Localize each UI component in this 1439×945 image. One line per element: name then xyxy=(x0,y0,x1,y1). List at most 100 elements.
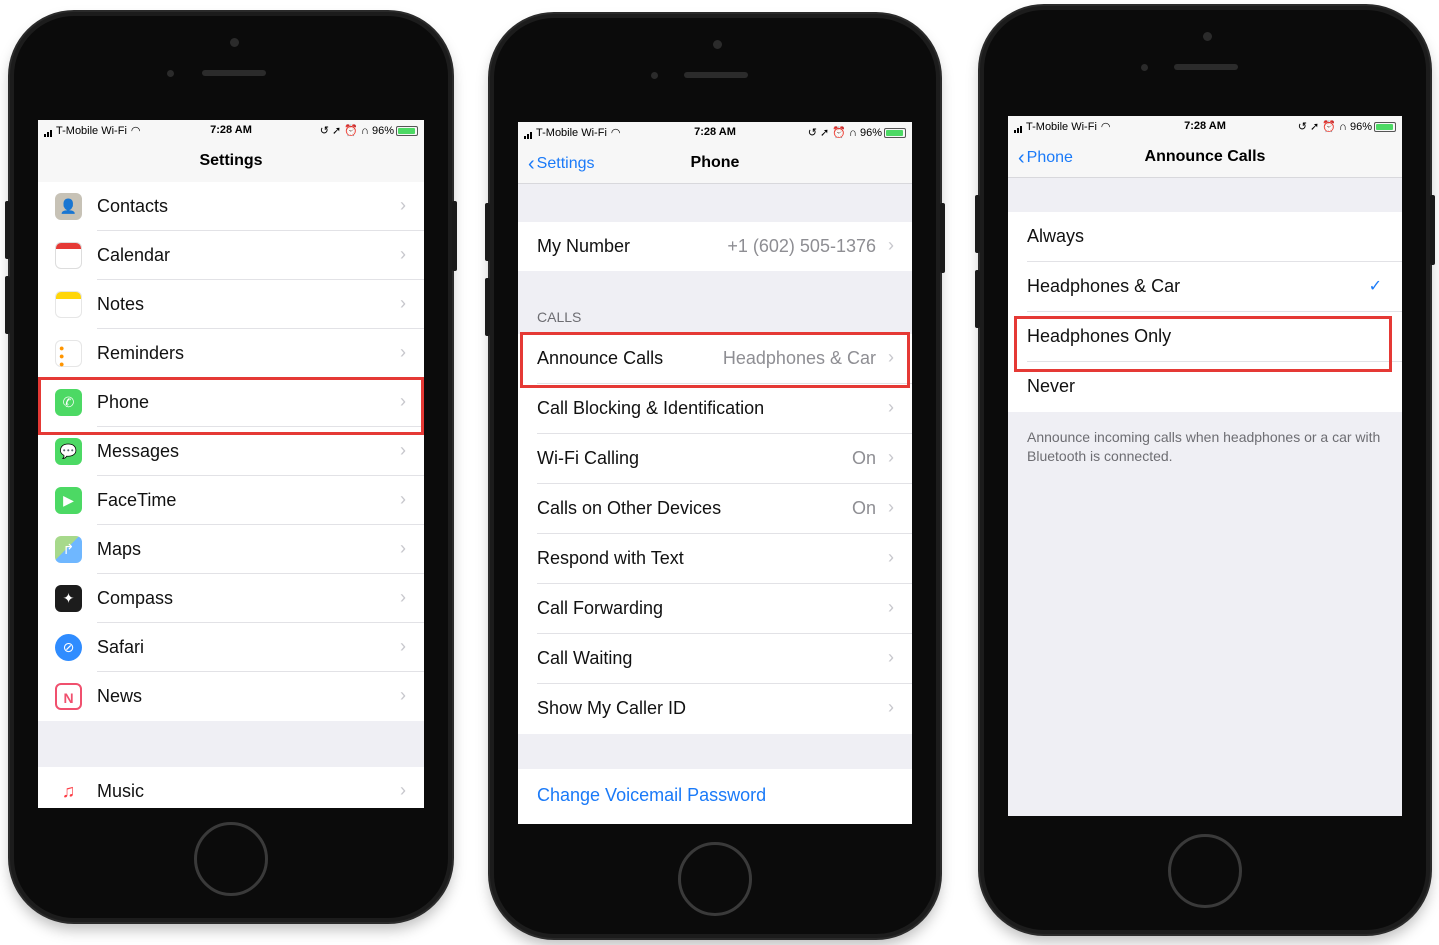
settings-list: 👤 Contacts › Calendar › Notes › ● ● ● Remi… xyxy=(38,182,424,721)
announce-calls-row[interactable]: Announce Calls Headphones & Car › xyxy=(518,334,912,384)
chevron-right-icon: › xyxy=(888,347,894,367)
maps-icon: ↱ xyxy=(55,536,82,563)
nav-bar: ‹ Phone Announce Calls xyxy=(1008,136,1402,178)
settings-item-label: Phone xyxy=(97,392,150,412)
earpiece-speaker xyxy=(202,70,266,76)
chevron-right-icon: › xyxy=(888,547,894,567)
battery-percent: 96% xyxy=(859,127,882,139)
home-button[interactable] xyxy=(1168,834,1242,908)
my-number-row[interactable]: My Number +1 (602) 505-1376 › xyxy=(518,222,912,271)
chevron-right-icon: › xyxy=(400,636,406,656)
settings-item-messages[interactable]: 💬 Messages › xyxy=(38,427,424,476)
settings-item-notes[interactable]: Notes › xyxy=(38,280,424,329)
settings-item-label: Safari xyxy=(97,637,145,657)
call-forwarding-row[interactable]: Call Forwarding › xyxy=(518,584,912,634)
chevron-right-icon: › xyxy=(400,440,406,460)
calls-list: Announce Calls Headphones & Car › Call B… xyxy=(518,334,912,734)
sensor-icon xyxy=(167,70,174,77)
facetime-icon: ▶ xyxy=(55,487,82,514)
wifi-calling-row[interactable]: Wi-Fi Calling On › xyxy=(518,434,912,484)
announce-options-list: Always Headphones & Car ✓ Headphones Onl… xyxy=(1008,212,1402,412)
phone-1: T-Mobile Wi-Fi ◠ 7:28 AM ↺ ➚ ⏰ ∩ 96% Sett… xyxy=(5,12,457,922)
change-voicemail-password-row[interactable]: Change Voicemail Password xyxy=(518,769,912,824)
call-blocking-row[interactable]: Call Blocking & Identification › xyxy=(518,384,912,434)
settings-item-reminders[interactable]: ● ● ● Reminders › xyxy=(38,329,424,378)
chevron-right-icon: › xyxy=(888,697,894,717)
calendar-icon xyxy=(55,242,82,269)
option-label: Never xyxy=(1027,376,1076,396)
settings-list-media: ♫ Music › xyxy=(38,767,424,808)
option-label: Always xyxy=(1027,226,1085,246)
change-voicemail-password-link[interactable]: Change Voicemail Password xyxy=(537,785,766,806)
settings-item-compass[interactable]: ✦ Compass › xyxy=(38,574,424,623)
show-caller-id-row[interactable]: Show My Caller ID › xyxy=(518,684,912,734)
calls-item-label: Show My Caller ID xyxy=(537,698,687,718)
announce-calls-footer: Announce incoming calls when headphones … xyxy=(1027,429,1381,464)
option-never[interactable]: Never xyxy=(1008,362,1402,412)
settings-item-contacts[interactable]: 👤 Contacts › xyxy=(38,182,424,231)
calls-item-label: Calls on Other Devices xyxy=(537,498,722,518)
settings-item-label: Maps xyxy=(97,539,142,559)
compass-icon: ✦ xyxy=(55,585,82,612)
chevron-right-icon: › xyxy=(400,780,406,800)
status-icons: ↺ ➚ ⏰ ∩ xyxy=(807,127,860,139)
status-icons: ↺ ➚ ⏰ ∩ xyxy=(1297,121,1350,133)
settings-item-calendar[interactable]: Calendar › xyxy=(38,231,424,280)
checkmark-icon: ✓ xyxy=(1368,278,1382,295)
chevron-right-icon: › xyxy=(888,597,894,617)
settings-item-music[interactable]: ♫ Music › xyxy=(38,767,424,808)
settings-item-label: Music xyxy=(97,781,145,801)
battery-icon xyxy=(396,126,418,137)
nav-bar: Settings xyxy=(38,140,424,182)
settings-item-maps[interactable]: ↱ Maps › xyxy=(38,525,424,574)
screen-announce-calls: T-Mobile Wi-Fi ◠ 7:28 AM ↺ ➚ ⏰ ∩ 96% ‹ Pho… xyxy=(1008,116,1402,816)
battery-percent: 96% xyxy=(371,125,394,137)
front-camera-icon xyxy=(713,40,722,49)
safari-icon: ⊘ xyxy=(55,634,82,661)
my-number-value: +1 (602) 505-1376 xyxy=(727,236,876,256)
sensor-icon xyxy=(651,72,658,79)
calls-item-value: On xyxy=(851,498,876,518)
voicemail-group: Change Voicemail Password xyxy=(518,769,912,824)
chevron-right-icon: › xyxy=(888,235,894,255)
chevron-right-icon: › xyxy=(400,489,406,509)
option-always[interactable]: Always xyxy=(1008,212,1402,262)
settings-item-news[interactable]: N News › xyxy=(38,672,424,721)
option-headphones-car[interactable]: Headphones & Car ✓ xyxy=(1008,262,1402,312)
contacts-icon: 👤 xyxy=(55,193,82,220)
option-label: Headphones & Car xyxy=(1027,276,1181,296)
notes-icon xyxy=(55,291,82,318)
calls-item-label: Respond with Text xyxy=(537,548,684,568)
settings-item-label: Notes xyxy=(97,294,145,314)
settings-item-safari[interactable]: ⊘ Safari › xyxy=(38,623,424,672)
chevron-right-icon: › xyxy=(400,293,406,313)
settings-item-phone[interactable]: ✆ Phone › xyxy=(38,378,424,427)
chevron-right-icon: › xyxy=(400,391,406,411)
settings-item-label: Reminders xyxy=(97,343,185,363)
option-headphones-only[interactable]: Headphones Only xyxy=(1008,312,1402,362)
phone-3: T-Mobile Wi-Fi ◠ 7:28 AM ↺ ➚ ⏰ ∩ 96% ‹ Pho… xyxy=(975,6,1435,934)
status-bar: T-Mobile Wi-Fi ◠ 7:28 AM ↺ ➚ ⏰ ∩ 96% xyxy=(518,122,912,142)
calls-section-header: CALLS xyxy=(537,309,582,325)
nav-bar: ‹ Settings Phone xyxy=(518,142,912,184)
calls-other-devices-row[interactable]: Calls on Other Devices On › xyxy=(518,484,912,534)
respond-with-text-row[interactable]: Respond with Text › xyxy=(518,534,912,584)
music-icon: ♫ xyxy=(55,778,82,805)
calls-item-value: Headphones & Car xyxy=(722,348,876,368)
call-waiting-row[interactable]: Call Waiting › xyxy=(518,634,912,684)
page-title: Phone xyxy=(690,154,740,171)
chevron-right-icon: › xyxy=(400,244,406,264)
calls-item-label: Announce Calls xyxy=(537,348,664,368)
chevron-right-icon: › xyxy=(400,195,406,215)
reminders-icon: ● ● ● xyxy=(55,340,82,369)
battery-percent: 96% xyxy=(1349,121,1372,133)
home-button[interactable] xyxy=(678,842,752,916)
battery-icon xyxy=(1374,122,1396,133)
home-button[interactable] xyxy=(194,822,268,896)
calls-item-label: Call Forwarding xyxy=(537,598,664,618)
messages-icon: 💬 xyxy=(55,438,82,465)
settings-item-label: FaceTime xyxy=(97,490,177,510)
screen-phone-settings: T-Mobile Wi-Fi ◠ 7:28 AM ↺ ➚ ⏰ ∩ 96% ‹ Set… xyxy=(518,122,912,824)
settings-item-facetime[interactable]: ▶ FaceTime › xyxy=(38,476,424,525)
chevron-right-icon: › xyxy=(400,538,406,558)
